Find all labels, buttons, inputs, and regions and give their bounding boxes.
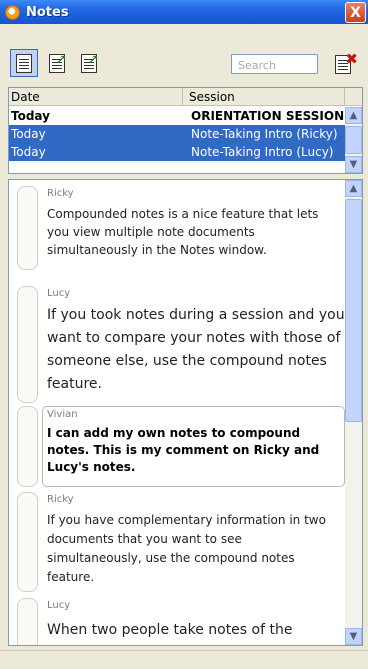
note-author: Vivian [47, 409, 78, 420]
export-note-icon: ➚ [49, 52, 67, 73]
note-tab[interactable] [17, 286, 38, 403]
note-text: If you have complementary information in… [47, 513, 326, 584]
compound-notes-pane[interactable]: Ricky Compounded notes is a nice feature… [8, 179, 363, 646]
notes-view-button[interactable] [10, 49, 38, 77]
session-row[interactable]: Today ORIENTATION SESSION [9, 107, 346, 125]
export-note-button-2[interactable]: ➚ [76, 49, 102, 77]
export-note-icon: ➚ [81, 52, 99, 73]
scroll-up-icon[interactable]: ▲ [345, 180, 362, 197]
session-row[interactable]: Today Note-Taking Intro (Ricky) [9, 125, 346, 143]
note-tab[interactable] [17, 406, 38, 487]
status-bar [0, 650, 368, 669]
column-header-session[interactable]: Session [183, 88, 345, 106]
row-session: ORIENTATION SESSION [191, 109, 345, 123]
delete-x-icon: ✖ [345, 50, 358, 68]
export-note-button[interactable]: ➚ [44, 49, 70, 77]
scroll-thumb[interactable] [345, 199, 362, 422]
row-date: Today [11, 145, 46, 159]
note-tab[interactable] [17, 598, 38, 645]
row-session: Note-Taking Intro (Ricky) [191, 127, 338, 141]
scroll-down-icon[interactable]: ▼ [345, 628, 362, 645]
toolbar: ➚ ➚ ✖ [0, 24, 368, 87]
note-text: If you took notes during a session and y… [47, 307, 345, 392]
note-author: Ricky [47, 494, 74, 505]
row-date: Today [11, 127, 46, 141]
note-author: Lucy [47, 600, 71, 611]
note-author: Lucy [47, 288, 71, 299]
title-bar[interactable]: Notes X [0, 0, 368, 24]
session-list-scrollbar[interactable]: ▲ ▼ [345, 107, 362, 173]
search-input[interactable] [231, 54, 318, 74]
delete-note-button[interactable]: ✖ [332, 50, 358, 76]
note-text: Compounded notes is a nice feature that … [47, 207, 319, 257]
note-tab[interactable] [17, 186, 38, 270]
session-row[interactable]: Today Note-Taking Intro (Lucy) [9, 143, 346, 161]
note-text: When two people take notes of the [47, 622, 293, 638]
list-header: Date Session [9, 88, 362, 106]
note-text-editable[interactable]: I can add my own notes to compound notes… [47, 425, 337, 476]
window-title: Notes [26, 4, 69, 20]
note-author: Ricky [47, 188, 74, 199]
scroll-up-icon[interactable]: ▲ [345, 107, 362, 124]
note-tab[interactable] [17, 492, 38, 592]
row-session: Note-Taking Intro (Lucy) [191, 145, 334, 159]
scroll-down-icon[interactable]: ▼ [345, 156, 362, 173]
notes-scrollbar[interactable]: ▲ ▼ [345, 180, 362, 645]
session-list[interactable]: Date Session Today ORIENTATION SESSION T… [8, 87, 363, 174]
column-header-date[interactable]: Date [9, 88, 183, 106]
notes-app-icon [5, 4, 20, 20]
row-date: Today [11, 109, 50, 123]
close-button[interactable]: X [345, 2, 366, 23]
notes-view-icon [16, 53, 32, 73]
scroll-thumb[interactable] [345, 126, 362, 154]
